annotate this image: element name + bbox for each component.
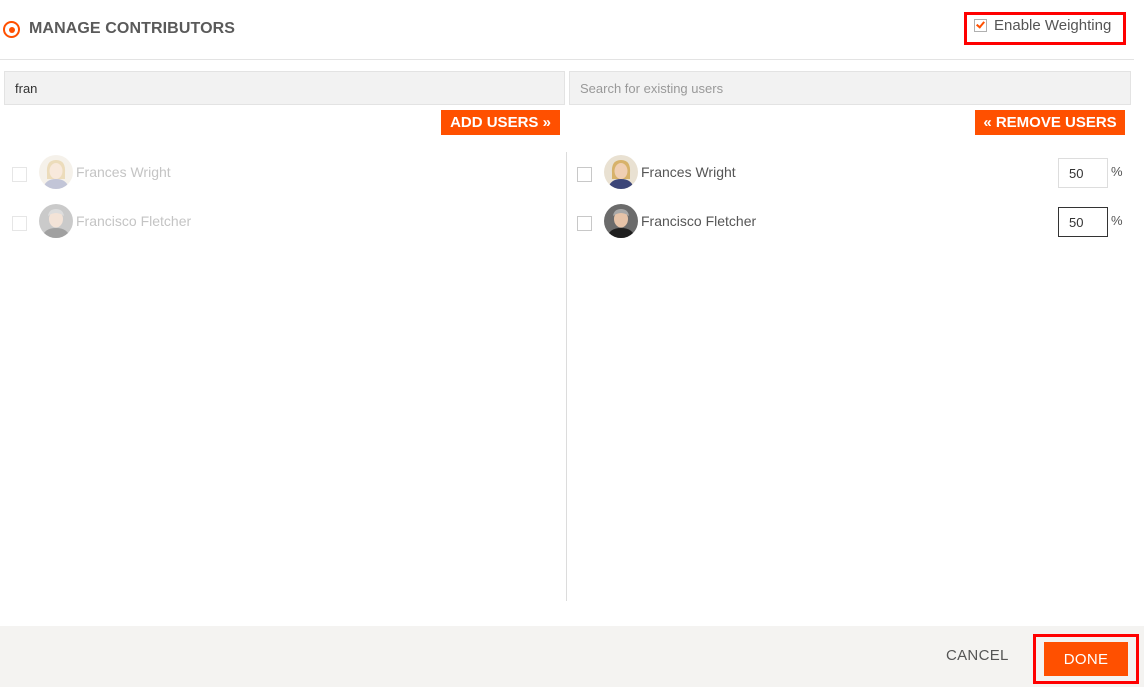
- list-divider: [566, 152, 567, 601]
- list-item[interactable]: Frances Wright: [577, 155, 1047, 189]
- user-name: Frances Wright: [76, 164, 171, 180]
- double-chevron-right-icon: »: [542, 114, 551, 131]
- list-item[interactable]: Frances Wright: [12, 155, 552, 189]
- dialog-footer: CANCEL DONE: [0, 626, 1144, 687]
- user-name: Francisco Fletcher: [76, 213, 192, 229]
- weight-input-frances-wright[interactable]: [1058, 158, 1108, 188]
- user-select-checkbox[interactable]: [12, 167, 27, 182]
- remove-users-button[interactable]: « REMOVE USERS: [975, 110, 1125, 135]
- percent-label: %: [1111, 213, 1123, 228]
- weight-input-francisco-fletcher[interactable]: [1058, 207, 1108, 237]
- avatar: [39, 155, 73, 189]
- done-button-highlight: DONE: [1033, 634, 1139, 684]
- user-name: Frances Wright: [641, 164, 736, 180]
- target-icon: [3, 21, 20, 38]
- remove-users-label: REMOVE USERS: [995, 114, 1117, 131]
- user-select-checkbox[interactable]: [12, 216, 27, 231]
- checkmark-icon: [976, 19, 985, 29]
- user-name: Francisco Fletcher: [641, 213, 757, 229]
- enable-weighting-label: Enable Weighting: [994, 17, 1112, 34]
- add-users-button[interactable]: ADD USERS »: [441, 110, 560, 135]
- cancel-button[interactable]: CANCEL: [940, 646, 1015, 665]
- avatar: [604, 155, 638, 189]
- double-chevron-left-icon: «: [983, 114, 992, 131]
- avatar: [39, 204, 73, 238]
- available-users-search-input[interactable]: [4, 71, 565, 105]
- page-title: MANAGE CONTRIBUTORS: [29, 20, 236, 37]
- percent-label: %: [1111, 164, 1123, 179]
- dialog-header: MANAGE CONTRIBUTORS Enable Weighting: [0, 0, 1134, 60]
- add-users-label: ADD USERS: [450, 114, 539, 131]
- list-item[interactable]: Francisco Fletcher: [12, 204, 552, 238]
- avatar: [604, 204, 638, 238]
- user-select-checkbox[interactable]: [577, 216, 592, 231]
- list-item[interactable]: Francisco Fletcher: [577, 204, 1047, 238]
- existing-users-search-input[interactable]: [569, 71, 1131, 105]
- done-button[interactable]: DONE: [1044, 642, 1128, 676]
- user-select-checkbox[interactable]: [577, 167, 592, 182]
- enable-weighting-checkbox[interactable]: [974, 19, 987, 32]
- enable-weighting-toggle[interactable]: Enable Weighting: [964, 12, 1126, 45]
